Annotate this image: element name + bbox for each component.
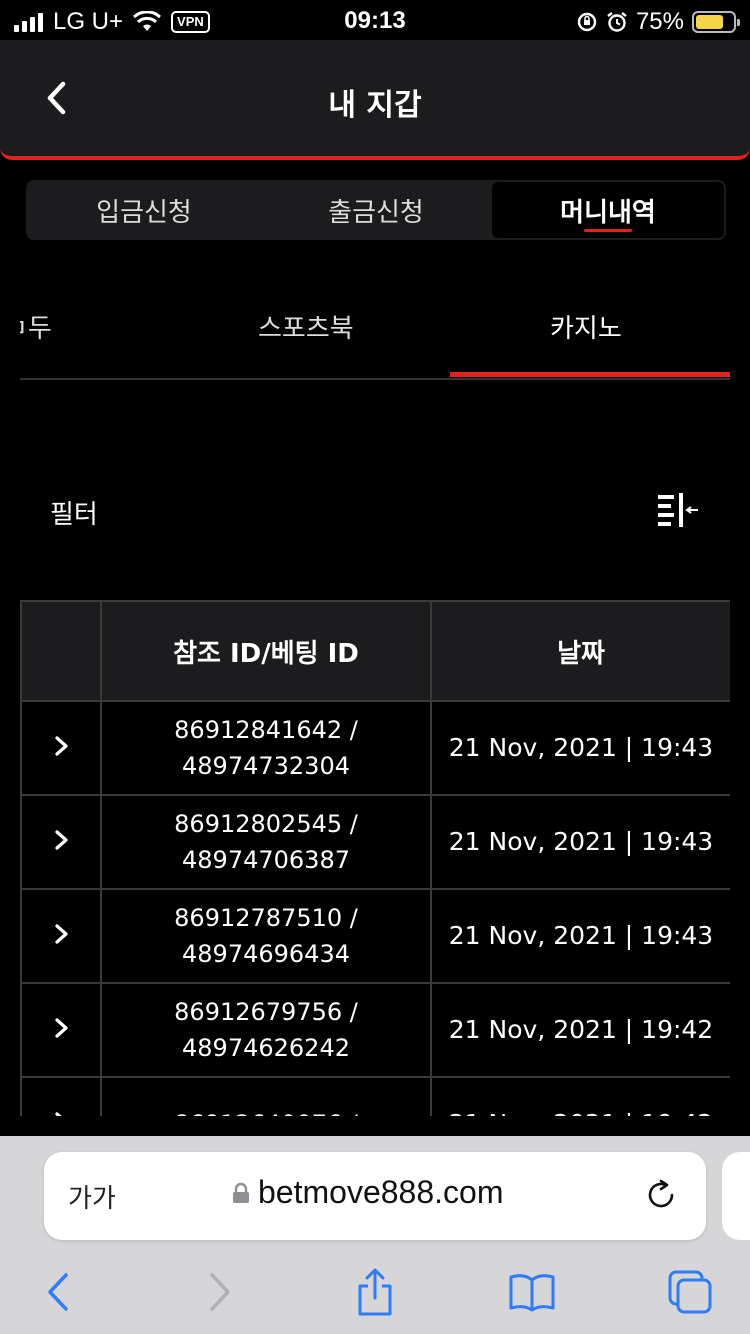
active-tab-indicator (450, 372, 730, 377)
expand-row-button[interactable] (20, 888, 102, 984)
chevron-right-icon (55, 1018, 68, 1038)
tab-withdraw-request[interactable]: 출금신청 (260, 182, 492, 238)
chevron-right-icon (55, 924, 68, 944)
header-expand (20, 600, 102, 702)
chevron-right-icon (55, 736, 68, 756)
address-bar[interactable]: 가가 betmove888.com (44, 1152, 706, 1240)
expand-row-button[interactable] (20, 982, 102, 1078)
header-date: 날짜 (430, 600, 730, 702)
chevron-right-icon (55, 830, 68, 850)
table-header-row: 참조 ID/베팅 ID 날짜 (20, 600, 730, 702)
expand-row-button[interactable] (20, 794, 102, 890)
browser-forward-button[interactable] (196, 1268, 244, 1316)
date-cell: 21 Nov, 2021 | 19:43 (430, 888, 730, 984)
filter-list-icon (658, 493, 698, 527)
table-row[interactable]: 86912679756 / 48974626242 21 Nov, 2021 | … (20, 982, 730, 1078)
reference-id: 86912679756 / (174, 998, 358, 1026)
table-row[interactable]: 86912787510 / 48974696434 21 Nov, 2021 | … (20, 888, 730, 984)
bet-id: 48974732304 (182, 752, 350, 780)
url-text: betmove888.com (258, 1174, 504, 1210)
battery-percent: 75% (635, 8, 684, 35)
reference-cell: 86912640076 / (100, 1076, 432, 1116)
reload-icon[interactable] (644, 1178, 678, 1212)
tab-all[interactable]: ㅁ두 (20, 308, 52, 345)
filter-label: 필터 (50, 500, 98, 530)
date-cell: 21 Nov, 2021 | 19:43 (430, 794, 730, 890)
header-reference-id: 참조 ID/베팅 ID (100, 600, 432, 702)
table-row[interactable]: 86912841642 / 48974732304 21 Nov, 2021 | … (20, 700, 730, 796)
share-icon (358, 1268, 392, 1316)
reference-id: 86912787510 / (174, 904, 358, 932)
share-button[interactable] (351, 1268, 399, 1316)
wallet-tabs: 입금신청 출금신청 머니내역 (26, 180, 726, 240)
book-icon (509, 1274, 555, 1312)
reference-cell: 86912841642 / 48974732304 (100, 700, 432, 796)
browser-chrome: 가가 betmove888.com (0, 1136, 750, 1334)
reference-cell: 86912802545 / 48974706387 (100, 794, 432, 890)
browser-toolbar (0, 1264, 750, 1324)
bet-id: 48974696434 (182, 940, 350, 968)
tabs-icon (668, 1270, 712, 1314)
tab-deposit-request[interactable]: 입금신청 (28, 182, 260, 238)
tabs-button[interactable] (666, 1268, 714, 1316)
reference-id: 86912802545 / (174, 810, 358, 838)
filter-toggle-button[interactable] (656, 492, 700, 528)
bet-id: 48974626242 (182, 1034, 350, 1062)
expand-row-button[interactable] (20, 1076, 102, 1116)
date-cell: 21 Nov, 2021 | 19:42 (430, 982, 730, 1078)
table-row[interactable]: 86912802545 / 48974706387 21 Nov, 2021 | … (20, 794, 730, 890)
orientation-lock-icon (577, 12, 597, 32)
chevron-left-icon (48, 1273, 68, 1311)
bookmarks-button[interactable] (508, 1268, 556, 1316)
url-display[interactable]: betmove888.com (232, 1174, 503, 1211)
reference-cell: 86912787510 / 48974696434 (100, 888, 432, 984)
status-right: 75% (576, 8, 740, 36)
reference-cell: 86912679756 / 48974626242 (100, 982, 432, 1078)
chevron-right-icon (55, 1112, 62, 1116)
history-table: 참조 ID/베팅 ID 날짜 86912841642 / 48974732304 … (20, 600, 730, 1116)
expand-row-button[interactable] (20, 700, 102, 796)
next-tab-peek[interactable] (722, 1152, 750, 1240)
text-size-button[interactable]: 가가 (68, 1178, 116, 1215)
status-bar: LG U+ VPN 09:13 75% (0, 0, 750, 40)
page-header: 내 지갑 (0, 40, 750, 160)
tab-sportsbook[interactable]: 스포츠북 (258, 308, 354, 345)
date-cell: 21 Nov, 2021 | 19:42 (430, 1076, 730, 1116)
tab-casino[interactable]: 카지노 (550, 308, 622, 345)
bet-id: 48974706387 (182, 846, 350, 874)
page-title: 내 지갑 (328, 88, 422, 123)
battery-icon (692, 11, 740, 33)
chevron-right-icon (210, 1273, 230, 1311)
date-cell: 21 Nov, 2021 | 19:43 (430, 700, 730, 796)
reference-id: 86912841642 / (174, 716, 358, 744)
alarm-icon (607, 12, 627, 32)
reference-id: 86912640076 / (102, 1106, 430, 1116)
lock-icon (233, 1182, 249, 1203)
browser-back-button[interactable] (34, 1268, 82, 1316)
table-row[interactable]: 86912640076 / 21 Nov, 2021 | 19:42 (20, 1076, 730, 1116)
tab-money-history[interactable]: 머니내역 (492, 182, 724, 238)
category-tabs: ㅁ두 스포츠북 카지노 (20, 290, 730, 380)
